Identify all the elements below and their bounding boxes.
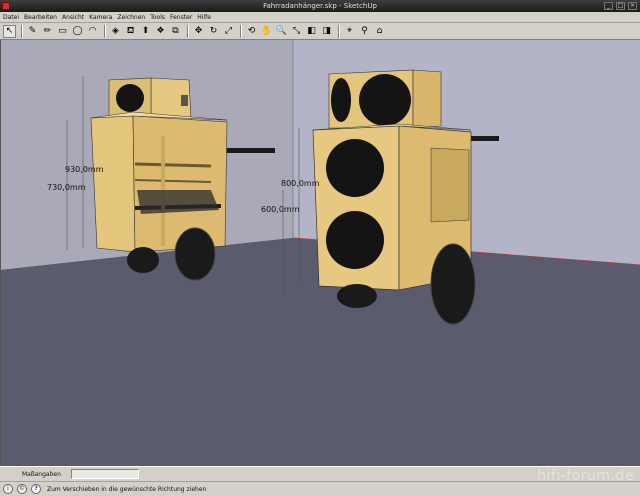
maximize-button[interactable]: □ — [616, 2, 625, 10]
toolbar-separator — [338, 24, 340, 38]
menu-bar: Datei Bearbeiten Ansicht Kamera Zeichnen… — [0, 12, 640, 23]
zoom-extents-icon[interactable]: ⤡ — [290, 25, 303, 38]
help-icon[interactable]: ? — [31, 484, 41, 494]
right-top-speaker-side — [331, 78, 351, 122]
main-toolbar: ↖ ✎ ✏ ▭ ◯ ◠ ◈ ⛾ ⬆ ❖ ⧉ ✥ ↻ ⤢ ⟲ ✋ 🔍 ⤡ ◧ ◨ ⌖ ⚲ ⌂ — [0, 23, 640, 40]
pencil-icon[interactable]: ✏ — [41, 25, 54, 38]
measurement-label: Maßangaben — [22, 470, 61, 478]
pan-icon[interactable]: ✋ — [260, 25, 273, 38]
modeling-viewport[interactable]: 930,0mm 730,0mm 800,0mm 600,0mm — [0, 40, 640, 466]
menu-hilfe[interactable]: Hilfe — [197, 14, 211, 21]
watermark: hifi-forum.de — [537, 468, 634, 484]
left-top-speaker — [116, 84, 144, 112]
close-button[interactable]: × — [628, 2, 637, 10]
menu-fenster[interactable]: Fenster — [170, 14, 192, 21]
measurement-input[interactable] — [70, 469, 139, 479]
toolbar-separator — [104, 24, 106, 38]
dim-800-label: 800,0mm — [281, 179, 320, 188]
minimize-button[interactable]: _ — [604, 2, 613, 10]
dim-730-label: 730,0mm — [47, 183, 86, 192]
left-shelf-1 — [134, 162, 212, 168]
right-side-compartment — [430, 147, 470, 223]
next-view-icon[interactable]: ◨ — [320, 25, 333, 38]
credits-icon[interactable]: © — [17, 484, 27, 494]
select-icon[interactable]: ↖ — [3, 24, 16, 38]
left-wheel-front — [174, 227, 216, 281]
left-top-port — [181, 95, 188, 106]
title-bar: Fahrradanhänger.skp - SketchUp _ □ × — [0, 0, 640, 12]
dim-600-label: 600,0mm — [261, 205, 300, 214]
offset-icon[interactable]: ⧉ — [169, 25, 182, 38]
status-hint: Zum Verschieben in die gewünschte Richtu… — [47, 485, 207, 493]
place-camera-icon[interactable]: ⌖ — [343, 25, 356, 38]
geo-location-icon[interactable]: i — [3, 484, 13, 494]
left-tow-bar — [223, 148, 275, 153]
toolbar-separator — [187, 24, 189, 38]
walk-icon[interactable]: ⚲ — [358, 25, 371, 38]
window-title: Fahrradanhänger.skp - SketchUp — [263, 2, 377, 10]
rotate-icon[interactable]: ↻ — [207, 25, 220, 38]
menu-zeichnen[interactable]: Zeichnen — [117, 14, 145, 21]
right-woofer-upper — [326, 139, 384, 197]
toolbar-separator — [21, 24, 23, 38]
get-models-icon[interactable]: ⌂ — [373, 25, 386, 38]
push-pull-icon[interactable]: ⬆ — [139, 25, 152, 38]
right-wheel-rear — [337, 284, 377, 308]
rectangle-icon[interactable]: ▭ — [56, 25, 69, 38]
orbit-icon[interactable]: ⟲ — [245, 25, 258, 38]
menu-datei[interactable]: Datei — [3, 14, 19, 21]
right-top-speaker-large — [359, 74, 411, 126]
menu-bearbeiten[interactable]: Bearbeiten — [24, 14, 57, 21]
left-body-side — [132, 115, 228, 253]
follow-me-icon[interactable]: ❖ — [154, 25, 167, 38]
right-top-box-side — [412, 69, 442, 129]
move-icon[interactable]: ✥ — [192, 25, 205, 38]
left-body-front — [90, 115, 136, 253]
paint-bucket-icon[interactable]: ⛾ — [124, 25, 137, 38]
arc-icon[interactable]: ◠ — [86, 25, 99, 38]
toolbar-separator — [240, 24, 242, 38]
left-wheel-rear — [127, 247, 159, 273]
make-component-icon[interactable]: ◈ — [109, 25, 122, 38]
right-woofer-lower — [326, 211, 384, 269]
zoom-icon[interactable]: 🔍 — [275, 25, 288, 38]
scale-icon[interactable]: ⤢ — [222, 25, 235, 38]
dim-930-label: 930,0mm — [65, 165, 104, 174]
menu-kamera[interactable]: Kamera — [89, 14, 112, 21]
menu-ansicht[interactable]: Ansicht — [62, 14, 84, 21]
right-wheel-front — [430, 243, 476, 325]
left-inner-block — [137, 190, 219, 214]
menu-tools[interactable]: Tools — [150, 14, 165, 21]
eraser-icon[interactable]: ✎ — [26, 25, 39, 38]
circle-icon[interactable]: ◯ — [71, 25, 84, 38]
previous-view-icon[interactable]: ◧ — [305, 25, 318, 38]
